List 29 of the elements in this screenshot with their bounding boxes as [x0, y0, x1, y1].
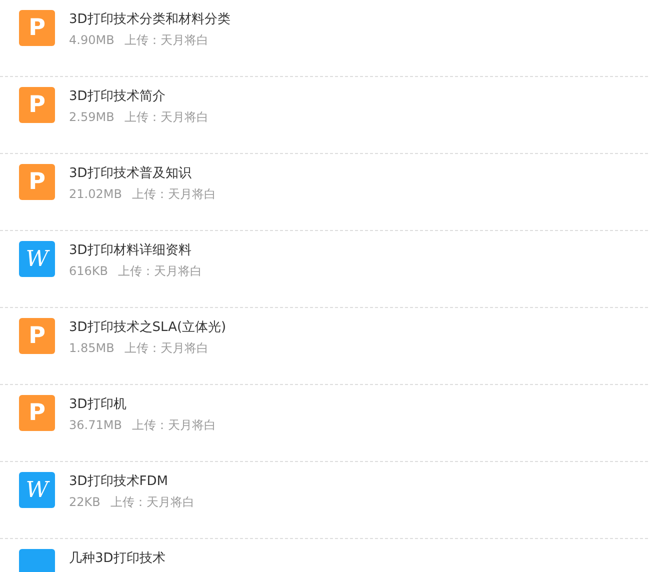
- file-size: 4.90MB: [69, 32, 114, 49]
- file-size: 2.59MB: [69, 109, 114, 126]
- file-size: 616KB: [69, 263, 108, 280]
- uploader-text: 上传：天月将白: [132, 186, 216, 203]
- file-title-link[interactable]: 3D打印材料详细资料: [69, 241, 202, 261]
- file-title-link[interactable]: 3D打印技术分类和材料分类: [69, 10, 230, 30]
- file-type-icon: P: [19, 10, 55, 46]
- file-type-icon: P: [19, 395, 55, 431]
- file-type-icon: W: [19, 241, 55, 277]
- uploader-text: 上传：天月将白: [132, 417, 216, 434]
- uploader-text: 上传：天月将白: [124, 340, 208, 357]
- uploader-text: 上传：天月将白: [124, 32, 208, 49]
- file-title-link[interactable]: 3D打印技术普及知识: [69, 164, 216, 184]
- file-size: 1.85MB: [69, 340, 114, 357]
- file-type-icon: P: [19, 318, 55, 354]
- file-title-link[interactable]: 3D打印机: [69, 395, 216, 415]
- file-title-link[interactable]: 3D打印技术FDM: [69, 472, 194, 492]
- file-size: 36.71MB: [69, 417, 122, 434]
- file-title-link[interactable]: 3D打印技术之SLA(立体光): [69, 318, 226, 338]
- uploader-text: 上传：天月将白: [118, 263, 202, 280]
- file-size: 22KB: [69, 494, 100, 511]
- uploader-text: 上传：天月将白: [124, 109, 208, 126]
- file-type-icon: P: [19, 87, 55, 123]
- file-type-icon: W: [19, 472, 55, 508]
- file-title-link[interactable]: 几种3D打印技术: [69, 549, 166, 569]
- file-type-icon: P: [19, 164, 55, 200]
- file-size: 21.02MB: [69, 186, 122, 203]
- uploader-text: 上传：天月将白: [110, 494, 194, 511]
- file-title-link[interactable]: 3D打印技术简介: [69, 87, 208, 107]
